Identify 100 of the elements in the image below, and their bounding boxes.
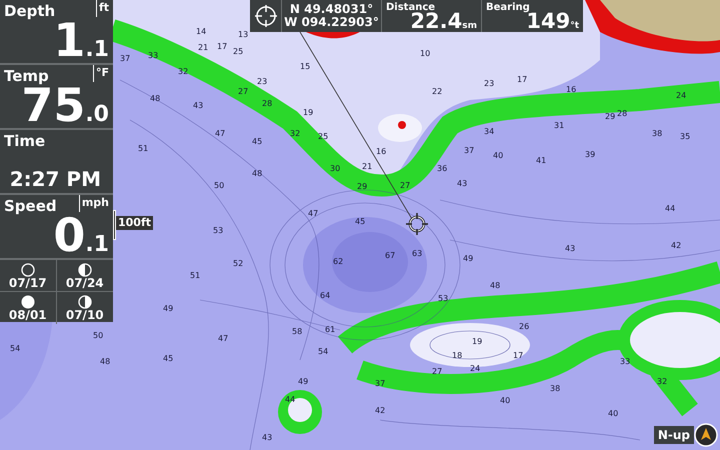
crosshair-cursor-icon — [406, 213, 428, 235]
moon-date: 07/24 — [66, 276, 104, 288]
depth-label: 43 — [193, 102, 204, 110]
depth-label: 25 — [233, 48, 244, 56]
depth-label: 30 — [330, 165, 340, 173]
depth-label: 19 — [472, 338, 482, 346]
depth-label: 29 — [605, 113, 616, 121]
unit-label: ft — [96, 0, 109, 16]
depth-label: 42 — [375, 407, 386, 415]
depth-label: 42 — [671, 242, 682, 250]
depth-label: 10 — [420, 50, 430, 58]
depth-label: 26 — [519, 323, 530, 331]
depth-label: 38 — [550, 385, 560, 393]
depth-label: 58 — [292, 328, 302, 336]
longitude-text: W 094.22903° — [284, 16, 379, 29]
depth-label: 14 — [196, 28, 206, 36]
depth-label: 53 — [213, 227, 224, 235]
depth-label: 41 — [536, 157, 546, 165]
readout-label: Temp — [4, 66, 49, 87]
depth-label: 22 — [432, 88, 442, 96]
depth-label: 27 — [238, 88, 248, 96]
depth-label: 51 — [138, 145, 148, 153]
readout-fraction: .0 — [85, 104, 109, 126]
depth-label: 18 — [452, 352, 462, 360]
depth-label: 32 — [290, 130, 300, 138]
depth-label: 48 — [100, 358, 110, 366]
depth-label: 29 — [357, 183, 368, 191]
depth-label: 48 — [490, 282, 500, 290]
latitude-text: N 49.48031° — [290, 3, 374, 16]
unit-label: °F — [92, 65, 109, 82]
unit-label: mph — [78, 195, 109, 212]
depth-label: 45 — [163, 355, 174, 363]
scale-label: 100ft — [116, 216, 154, 230]
distance-unit: sm — [462, 22, 477, 31]
depth-label: 23 — [484, 80, 494, 88]
depth-label: 48 — [150, 95, 160, 103]
depth-label: 17 — [513, 352, 524, 360]
depth-label: 43 — [457, 180, 468, 188]
depth-label: 49 — [163, 305, 174, 313]
depth-label: 35 — [680, 133, 690, 141]
depth-label: 38 — [652, 130, 662, 138]
depth-label: 39 — [585, 151, 596, 159]
depth-label: 37 — [120, 55, 130, 63]
distance-label: Distance — [386, 1, 436, 13]
depth-label: 64 — [320, 292, 330, 300]
depth-label: 37 — [464, 147, 474, 155]
readout-label: Time — [4, 131, 46, 152]
depth-label: 16 — [566, 86, 576, 94]
depth-label: 62 — [333, 258, 344, 266]
depth-label: 32 — [657, 378, 668, 386]
bearing-label: Bearing — [486, 1, 530, 13]
depth-label: 33 — [620, 358, 630, 366]
depth-label: 49 — [463, 255, 474, 263]
depth-label: 63 — [412, 250, 422, 258]
depth-label: 24 — [470, 365, 480, 373]
depth-label: 44 — [285, 396, 296, 404]
readout-value: 2:27 PM — [10, 169, 101, 189]
orientation-label: N-up — [654, 426, 694, 444]
depth-label: 52 — [233, 260, 244, 268]
depth-label: 40 — [493, 152, 504, 160]
depth-label: 44 — [665, 205, 676, 213]
crosshair-icon — [254, 4, 278, 28]
depth-label: 34 — [484, 128, 494, 136]
depth-label: 47 — [218, 335, 228, 343]
depth-label: 47 — [215, 130, 226, 138]
depth-label: 28 — [262, 100, 272, 108]
depth-label: 54 — [10, 345, 20, 353]
bearing-unit: °t — [570, 22, 579, 31]
depth-label: 43 — [565, 245, 576, 253]
depth-label: 47 — [308, 210, 318, 218]
depth-label: 31 — [554, 122, 564, 130]
depth-label: 27 — [432, 368, 442, 376]
depth-label: 45 — [355, 218, 366, 226]
depth-label: 67 — [385, 252, 396, 260]
depth-label: 45 — [252, 138, 262, 146]
depth-label: 17 — [217, 43, 228, 51]
depth-label: 40 — [608, 410, 618, 418]
readout-fraction: .1 — [85, 39, 109, 61]
readout-label: Depth — [4, 1, 56, 22]
depth-label: 43 — [262, 434, 272, 442]
depth-label: 17 — [517, 76, 528, 84]
depth-label: 27 — [400, 182, 410, 190]
moon-date: 08/01 — [8, 309, 47, 321]
depth-label: 50 — [214, 182, 224, 190]
depth-label: 48 — [252, 170, 262, 178]
depth-label: 50 — [93, 332, 104, 340]
depth-label: 24 — [676, 92, 686, 100]
depth-label: 21 — [362, 163, 372, 171]
depth-label: 16 — [376, 148, 386, 156]
depth-label: 37 — [375, 380, 386, 388]
depth-label: 49 — [298, 378, 308, 386]
distance-value: 22.4 — [410, 11, 462, 32]
readout-fraction: .1 — [85, 234, 109, 256]
bearing-value: 149 — [526, 11, 570, 32]
depth-label: 54 — [318, 348, 328, 356]
moon-date: 07/17 — [8, 276, 47, 288]
moon-date: 07/10 — [66, 309, 104, 321]
depth-label: 13 — [238, 31, 248, 39]
depth-label: 19 — [303, 109, 314, 117]
depth-label: 21 — [198, 44, 208, 52]
